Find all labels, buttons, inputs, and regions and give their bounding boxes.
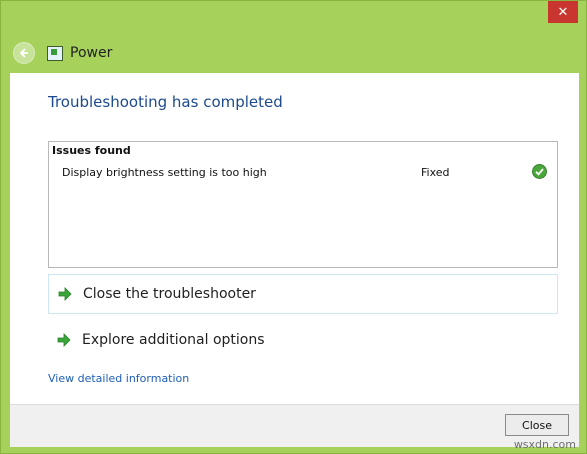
page-title: Troubleshooting has completed: [48, 93, 283, 111]
watermark: wsxdn.com: [513, 438, 576, 451]
explore-options-label: Explore additional options: [82, 332, 265, 348]
window-title: Power: [70, 45, 113, 61]
title-bar: Power: [9, 35, 569, 71]
window-close-button[interactable]: ✕: [548, 1, 578, 23]
issues-header: Issues found: [52, 144, 131, 157]
issue-description: Display brightness setting is too high: [62, 166, 267, 179]
power-troubleshooter-icon: [47, 45, 63, 61]
view-detailed-information-link[interactable]: View detailed information: [48, 372, 189, 385]
close-icon: ✕: [557, 4, 569, 20]
back-arrow-icon: [19, 48, 28, 58]
explore-options-command[interactable]: Explore additional options: [48, 320, 558, 360]
green-arrow-icon: [58, 287, 72, 301]
check-icon: [532, 164, 547, 179]
issue-status: Fixed: [421, 166, 450, 179]
green-arrow-icon: [57, 333, 71, 347]
back-button[interactable]: [13, 42, 35, 64]
close-troubleshooter-command[interactable]: Close the troubleshooter: [48, 274, 558, 314]
footer-bar: Close: [10, 404, 579, 447]
main-content: Troubleshooting has completed Issues fou…: [10, 73, 579, 404]
close-troubleshooter-label: Close the troubleshooter: [83, 286, 256, 302]
issues-list: Issues found Display brightness setting …: [48, 141, 558, 268]
issue-row[interactable]: Display brightness setting is too high F…: [49, 164, 557, 182]
troubleshooter-window: ✕ Power Troubleshooting has completed Is…: [0, 0, 587, 454]
close-button[interactable]: Close: [505, 414, 569, 436]
